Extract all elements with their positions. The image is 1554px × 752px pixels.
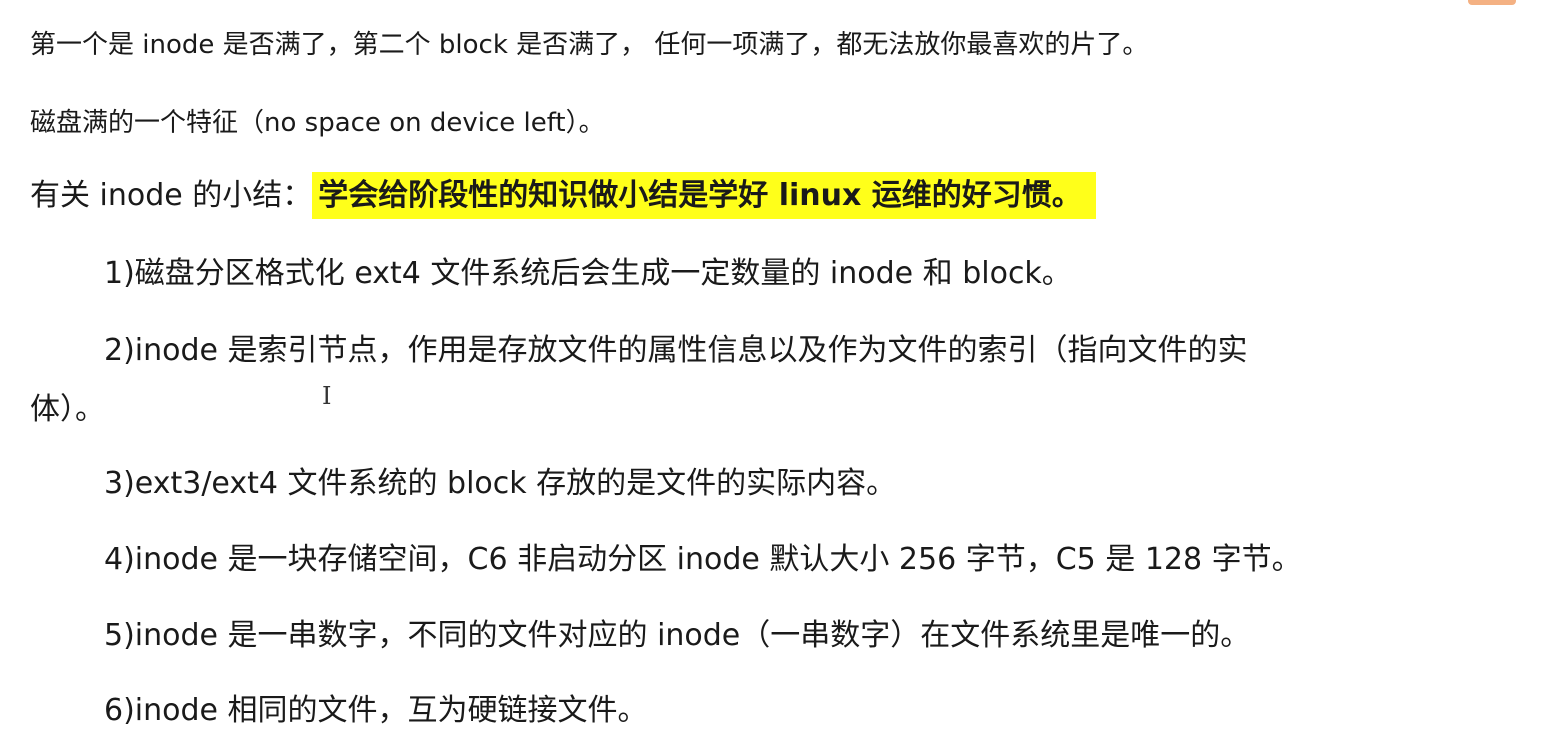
summary-item-2-continuation: 体）。 (30, 392, 105, 427)
summary-item-1: 1)磁盘分区格式化 ext4 文件系统后会生成一定数量的 inode 和 blo… (104, 256, 1072, 291)
summary-item-5: 5)inode 是一串数字，不同的文件对应的 inode（一串数字）在文件系统里… (104, 618, 1251, 653)
inode-summary-heading: 有关 inode 的小结： 学会给阶段性的知识做小结是学好 linux 运维的好习… (30, 172, 1096, 219)
summary-item-2: 2)inode 是索引节点，作用是存放文件的属性信息以及作为文件的索引（指向文件… (104, 333, 1248, 368)
summary-item-3: 3)ext3/ext4 文件系统的 block 存放的是文件的实际内容。 (104, 466, 897, 501)
intro-line-inode-block-full: 第一个是 inode 是否满了，第二个 block 是否满了， 任何一项满了，都… (30, 30, 1149, 60)
highlighted-summary-tip: 学会给阶段性的知识做小结是学好 linux 运维的好习惯。 (312, 172, 1096, 219)
summary-item-6: 6)inode 相同的文件，互为硬链接文件。 (104, 693, 648, 728)
summary-heading-prefix: 有关 inode 的小结： (30, 178, 313, 213)
summary-item-4: 4)inode 是一块存储空间，C6 非启动分区 inode 默认大小 256 … (104, 542, 1302, 577)
corner-decoration (1468, 0, 1516, 5)
disk-full-feature-line: 磁盘满的一个特征（no space on device left）。 (30, 108, 605, 138)
text-cursor-icon: I (322, 382, 332, 410)
